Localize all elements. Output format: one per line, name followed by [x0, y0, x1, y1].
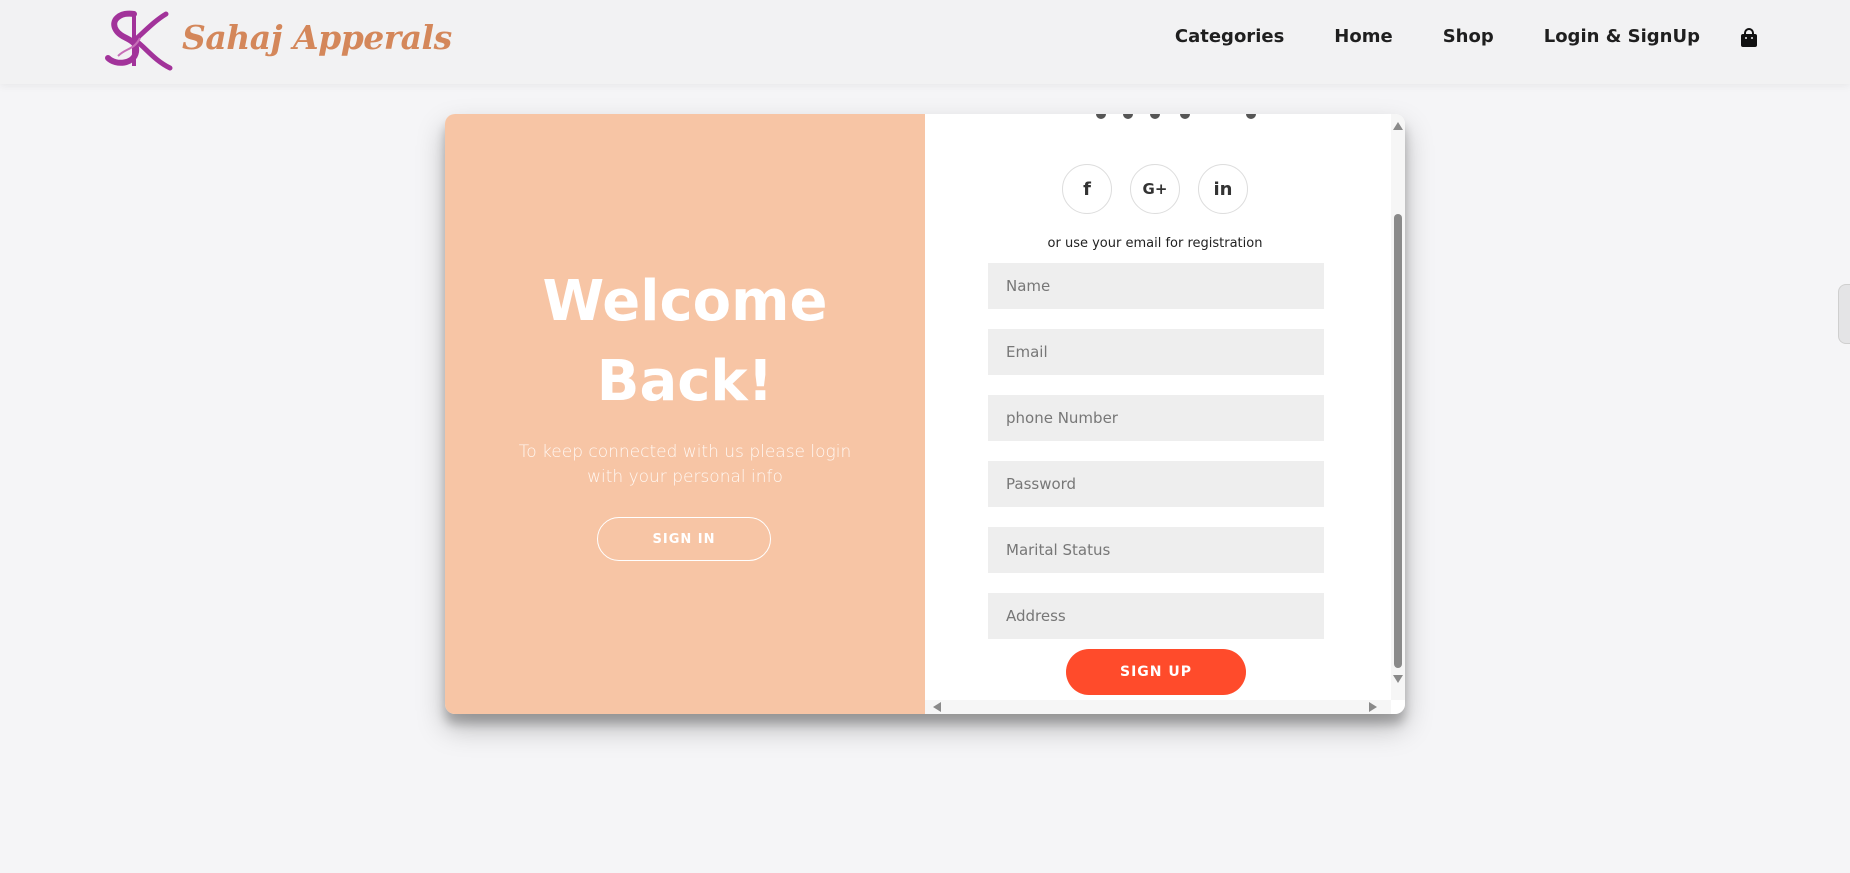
marital-status-field[interactable]	[988, 527, 1324, 573]
nav-shop[interactable]: Shop	[1443, 26, 1494, 47]
phone-number-field[interactable]	[988, 395, 1324, 441]
vertical-scrollbar-thumb[interactable]	[1394, 214, 1402, 668]
welcome-subtitle: To keep connected with us please login w…	[518, 442, 852, 487]
shopping-bag-icon[interactable]	[1740, 28, 1758, 48]
registration-hint: or use your email for registration	[1047, 236, 1263, 251]
welcome-title-line2: Back!	[596, 349, 774, 414]
clipped-heading-fragment	[1096, 114, 1256, 119]
nav-login-signup[interactable]: Login & SignUp	[1544, 26, 1700, 47]
linkedin-icon[interactable]: in	[1198, 164, 1248, 214]
address-field[interactable]	[988, 593, 1324, 639]
brand-logo-icon[interactable]	[104, 8, 174, 72]
scroll-up-arrow-icon[interactable]	[1393, 122, 1403, 130]
sign-in-button[interactable]: SIGN IN	[597, 517, 771, 561]
horizontal-scrollbar[interactable]	[925, 700, 1391, 714]
scroll-right-arrow-icon[interactable]	[1369, 702, 1377, 712]
auth-card: Welcome Back! To keep connected with us …	[445, 114, 1405, 714]
top-navbar: Sahaj Apperals Categories Home Shop Logi…	[0, 0, 1850, 84]
password-field[interactable]	[988, 461, 1324, 507]
page-scroll-handle[interactable]	[1838, 284, 1850, 344]
welcome-overlay-panel: Welcome Back! To keep connected with us …	[445, 114, 925, 714]
name-field[interactable]	[988, 263, 1324, 309]
sign-up-button[interactable]: SIGN UP	[1066, 649, 1246, 695]
facebook-icon[interactable]: f	[1062, 164, 1112, 214]
google-plus-icon[interactable]: G+	[1130, 164, 1180, 214]
brand-name[interactable]: Sahaj Apperals	[182, 18, 452, 57]
nav-home[interactable]: Home	[1334, 26, 1392, 47]
main-nav: Categories Home Shop Login & SignUp	[1175, 26, 1700, 47]
scroll-down-arrow-icon[interactable]	[1393, 675, 1403, 683]
signup-form-panel[interactable]: f G+ in or use your email for registrati…	[925, 114, 1405, 714]
scroll-left-arrow-icon[interactable]	[933, 702, 941, 712]
nav-categories[interactable]: Categories	[1175, 26, 1284, 47]
vertical-scrollbar[interactable]	[1391, 114, 1405, 700]
email-field[interactable]	[988, 329, 1324, 375]
welcome-title: Welcome Back!	[445, 262, 925, 422]
social-login-group: f G+ in	[1062, 164, 1248, 214]
welcome-title-line1: Welcome	[542, 269, 828, 334]
